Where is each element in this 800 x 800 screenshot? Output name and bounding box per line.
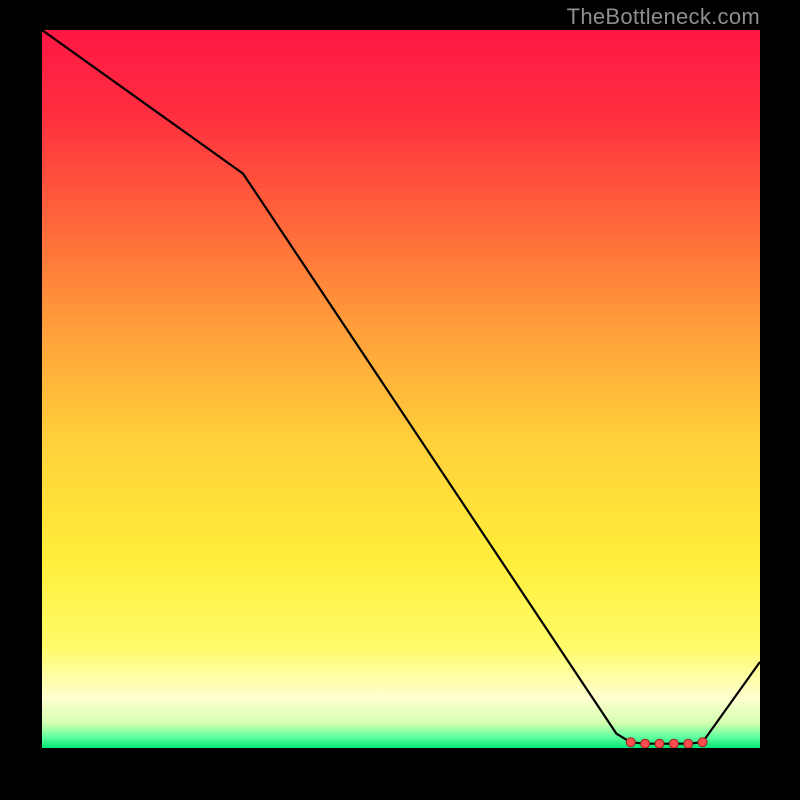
data-point	[669, 739, 678, 748]
data-point	[655, 739, 664, 748]
bottleneck-chart	[42, 30, 760, 748]
data-point	[698, 738, 707, 747]
data-point	[641, 739, 650, 748]
data-point	[684, 739, 693, 748]
gradient-background	[42, 30, 760, 748]
chart-container: TheBottleneck.com	[0, 0, 800, 800]
attribution-label: TheBottleneck.com	[567, 4, 760, 30]
data-point	[626, 738, 635, 747]
